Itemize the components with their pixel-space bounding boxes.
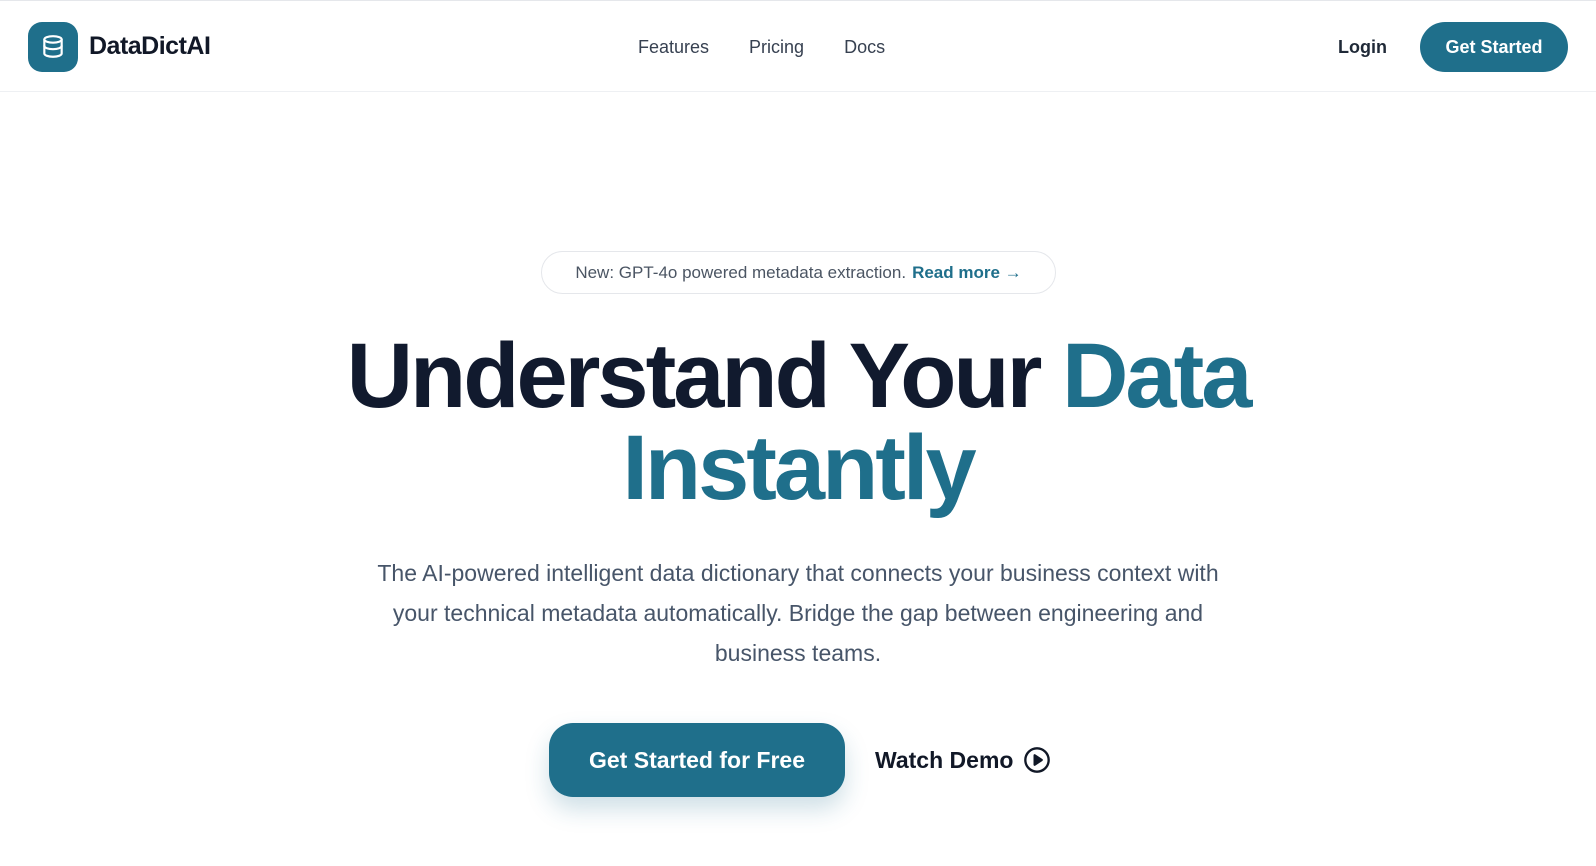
brand-logo[interactable]: DataDictAI <box>28 21 211 72</box>
hero-headline: Understand Your Data Instantly <box>0 330 1596 514</box>
play-circle-icon <box>1023 746 1051 774</box>
landing-page: DataDictAI Features Pricing Docs Login G… <box>0 0 1596 866</box>
read-more-link[interactable]: Read more → <box>912 263 1022 283</box>
headline-accent-instantly: Instantly <box>622 417 976 519</box>
announcement-text: New: GPT-4o powered metadata extraction. <box>575 262 907 282</box>
headline-accent-data: Data <box>1061 325 1252 427</box>
main-nav: Features Pricing Docs <box>638 35 885 59</box>
watch-demo-label: Watch Demo <box>875 746 1014 773</box>
brand-name: DataDictAI <box>89 32 211 60</box>
headline-line-1: Understand Your Data <box>0 330 1596 422</box>
nav-item-features[interactable]: Features <box>638 35 709 59</box>
database-icon <box>28 21 78 72</box>
announcement-pill: New: GPT-4o powered metadata extraction.… <box>541 251 1056 294</box>
hero-subtitle: The AI-powered intelligent data dictiona… <box>377 560 1219 666</box>
top-navigation: DataDictAI Features Pricing Docs Login G… <box>0 0 1596 92</box>
nav-item-pricing[interactable]: Pricing <box>749 35 804 59</box>
headline-text: Understand Your <box>346 325 1062 427</box>
login-link[interactable]: Login <box>1338 35 1387 59</box>
watch-demo-button[interactable]: Watch Demo <box>875 743 1051 777</box>
get-started-button[interactable]: Get Started <box>1420 22 1568 72</box>
nav-item-docs[interactable]: Docs <box>844 35 885 59</box>
get-started-free-button[interactable]: Get Started for Free <box>549 723 845 797</box>
